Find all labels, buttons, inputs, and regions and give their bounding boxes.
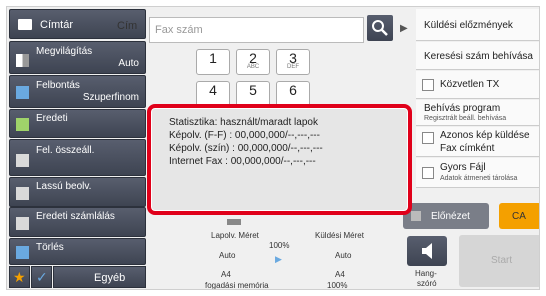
fax-number-input[interactable]: Fax szám [149, 17, 364, 43]
exposure-icon [16, 54, 29, 67]
preview-label: Előnézet [431, 211, 470, 222]
address-book-icon [18, 19, 32, 30]
erase-button[interactable]: Törlés [9, 238, 146, 265]
program-label: Fel. összeáll. [36, 145, 95, 156]
quick-file-button[interactable]: Gyors Fájl Adatok átmeneti tárolása [416, 158, 539, 188]
original-label: Eredeti [36, 113, 68, 124]
star-icon: ★ [13, 269, 26, 285]
right-panel-toggle[interactable]: ▶ [399, 23, 411, 37]
send-size-button[interactable]: Küldési Méret Auto A4 [303, 215, 383, 279]
ratio-value: 100% [269, 241, 290, 250]
send-history-label: Küldési előzmények [424, 20, 513, 31]
volume-label-2: szóró [417, 279, 437, 288]
key-3[interactable]: 3 DEF [276, 49, 310, 75]
key-6-label: 6 [289, 82, 297, 98]
key-5-label: 5 [249, 82, 257, 98]
call-program-sublabel: Regisztrált beáll. behívása [424, 115, 507, 122]
original-button[interactable]: Eredeti [9, 109, 146, 138]
same-image-label-2: Fax címként [440, 143, 495, 154]
program-button[interactable]: Fel. összeáll. [9, 139, 146, 176]
other-label: Egyéb [94, 272, 126, 284]
chevron-right-icon: ▶ [400, 23, 408, 34]
scan-size-value: Auto [219, 251, 236, 260]
stats-title: Statisztika: használt/maradt lapok [169, 117, 318, 128]
fax-screen: Címtár Cím Fax szám Megvilágítás Auto Fe… [6, 6, 540, 290]
check-button[interactable]: ✓ [31, 266, 52, 288]
search-number-label: Keresési szám behívása [424, 51, 533, 62]
resolution-value: Szuperfinom [82, 92, 139, 103]
program-icon [16, 154, 29, 167]
slow-scan-label: Lassú beolv. [36, 181, 92, 192]
exposure-label: Megvilágítás [36, 46, 93, 57]
stats-scan-color: Képolv. (szín) : 00,000,000/--,---,--- [169, 143, 323, 154]
key-3-sub: DEF [287, 64, 299, 70]
call-program-label: Behívás program [424, 103, 501, 114]
slow-scan-icon [16, 187, 29, 200]
check-icon: ✓ [36, 269, 48, 285]
stats-internet-fax: Internet Fax : 00,000,000/--,---,--- [169, 156, 316, 167]
send-history-button[interactable]: Küldési előzmények [416, 9, 539, 41]
arrow-right-icon: ▶ [275, 254, 282, 264]
send-size-label: Küldési Méret [315, 231, 364, 240]
search-number-button[interactable]: Keresési szám behívása [416, 42, 539, 70]
original-count-icon [16, 217, 29, 230]
ca-button[interactable]: CA [499, 203, 539, 229]
memory-value: 100% [327, 281, 348, 290]
erase-label: Törlés [36, 242, 64, 253]
send-paper: A4 [335, 270, 345, 279]
volume-label: Hang- [415, 269, 437, 278]
address-label: Cím [117, 20, 138, 32]
resolution-button[interactable]: Felbontás Szuperfinom [9, 75, 146, 108]
favorites-button[interactable]: ★ [9, 266, 30, 288]
resolution-label: Felbontás [36, 80, 80, 91]
call-program-button[interactable]: Behívás program Regisztrált beáll. behív… [416, 100, 539, 126]
exposure-button[interactable]: Megvilágítás Auto [9, 41, 146, 74]
start-label: Start [491, 255, 513, 266]
direct-tx-button[interactable]: Közvetlen TX [416, 71, 539, 99]
key-4-label: 4 [209, 82, 217, 98]
key-1[interactable]: 1 [196, 49, 230, 75]
scan-size-icon [227, 219, 241, 225]
quick-file-label: Gyors Fájl [440, 162, 486, 173]
key-1-label: 1 [209, 50, 217, 66]
ca-label: CA [512, 211, 526, 222]
search-icon [372, 20, 388, 36]
erase-icon [16, 246, 29, 259]
same-image-button[interactable]: Azonos kép küldése Fax címként [416, 127, 539, 157]
other-button[interactable]: Egyéb [53, 266, 146, 288]
slow-scan-button[interactable]: Lassú beolv. [9, 177, 146, 207]
preview-button[interactable]: Előnézet [403, 203, 489, 229]
search-button[interactable] [367, 15, 393, 41]
scan-size-label: Lapolv. Méret [211, 231, 259, 240]
direct-tx-checkbox[interactable] [422, 79, 434, 91]
speaker-icon [422, 243, 432, 259]
statistics-dialog: Statisztika: használt/maradt lapok Képol… [147, 104, 412, 215]
send-size-value: Auto [335, 251, 352, 260]
quick-file-checkbox[interactable] [422, 167, 434, 179]
original-count-label: Eredeti számlálás [36, 211, 115, 222]
address-book-label: Címtár [40, 19, 73, 31]
keypad: 1 2 ABC 3 DEF 4 5 6 [196, 49, 326, 109]
same-image-label: Azonos kép küldése [440, 130, 530, 141]
speaker-button[interactable] [407, 236, 447, 266]
key-2-sub: ABC [246, 64, 260, 70]
memory-label: fogadási memória [205, 281, 269, 290]
stats-scan-bw: Képolv. (F-F) : 00,000,000/--,---,--- [169, 130, 320, 141]
direct-tx-label: Közvetlen TX [440, 79, 500, 90]
original-count-button[interactable]: Eredeti számlálás [9, 207, 146, 237]
start-button[interactable]: Start [459, 235, 539, 287]
resolution-icon [16, 86, 29, 99]
key-2[interactable]: 2 ABC [236, 49, 270, 75]
preview-icon [411, 211, 421, 221]
quick-file-sublabel: Adatok átmeneti tárolása [440, 175, 518, 182]
original-icon [16, 118, 29, 131]
scan-paper: A4 [221, 270, 231, 279]
same-image-checkbox[interactable] [422, 132, 434, 144]
exposure-value: Auto [118, 58, 139, 69]
